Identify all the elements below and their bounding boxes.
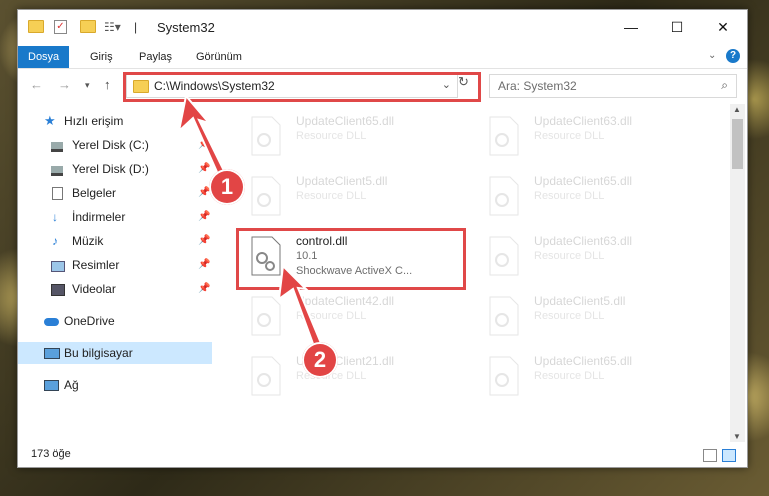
arrow-2-icon <box>277 263 325 354</box>
annotation-arrows <box>177 93 325 354</box>
step-2-badge: 2 <box>302 342 338 378</box>
step-1-badge: 1 <box>209 169 245 205</box>
